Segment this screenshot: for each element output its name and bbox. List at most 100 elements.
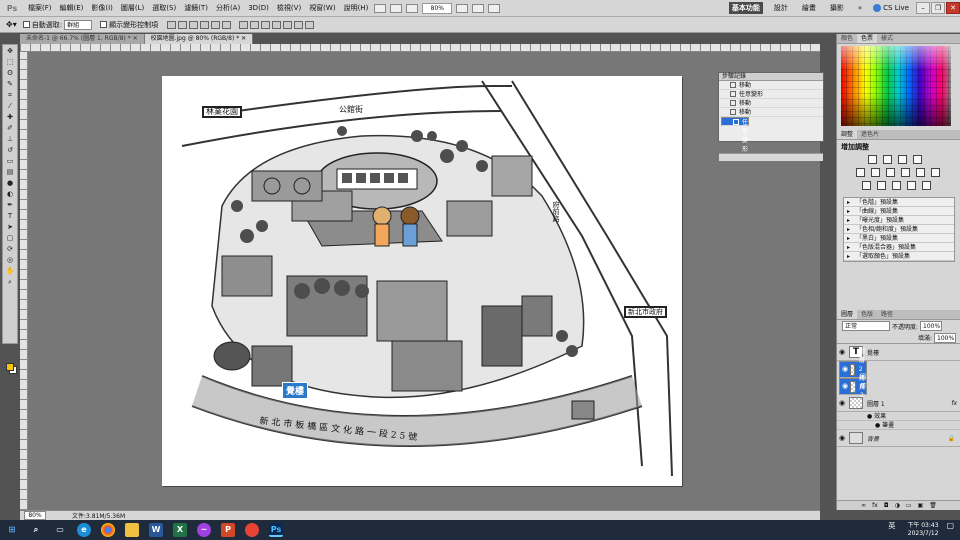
history-item[interactable]: 移動 [719, 108, 823, 117]
swatch-grid[interactable] [841, 46, 951, 126]
extras-icon[interactable] [406, 3, 419, 13]
3d-rotate-tool-icon[interactable]: ⟳ [4, 245, 16, 254]
messenger-icon[interactable]: ~ [197, 523, 211, 537]
move-tool-icon[interactable]: ✥ [4, 47, 16, 56]
foreground-color-swatch[interactable] [6, 363, 14, 371]
more-workspaces-icon[interactable]: » [855, 2, 865, 14]
arrange-icon[interactable] [488, 3, 501, 13]
adjustment-layer-icon[interactable]: ◑ [895, 501, 900, 510]
minimize-icon[interactable]: – [916, 2, 930, 14]
menu-filter[interactable]: 濾鏡(T) [180, 3, 212, 13]
marquee-tool-icon[interactable]: ⬚ [4, 58, 16, 67]
tab-color[interactable]: 顏色 [837, 34, 857, 43]
clock[interactable]: 下午 03:43 2023/7/12 [907, 522, 938, 538]
preset-levels[interactable]: 「色階」預設集 [844, 198, 954, 207]
preset-selective-color[interactable]: 「選取顏色」預設集 [844, 252, 954, 261]
hand-tool-icon[interactable]: ✋ [4, 267, 16, 276]
notifications-icon[interactable]: ▢ [946, 521, 954, 530]
workspace-painting[interactable]: 繪畫 [799, 2, 819, 14]
blend-mode-select[interactable]: 正常 [842, 321, 890, 331]
curves-icon[interactable] [898, 155, 907, 164]
ruler-vertical[interactable] [20, 52, 28, 510]
tab-campus-map[interactable]: 校園地圖.jpg @ 80% (RGB/8) * ✕ [144, 34, 254, 44]
add-mask-icon[interactable]: ◘ [884, 501, 889, 510]
history-item[interactable]: 移動 [719, 99, 823, 108]
menu-file[interactable]: 檔案(F) [24, 3, 56, 13]
eye-icon[interactable]: ◉ [842, 382, 848, 391]
word-icon[interactable]: W [149, 523, 163, 537]
eye-icon[interactable]: ◉ [842, 365, 848, 374]
menu-help[interactable]: 說明(H) [340, 3, 373, 13]
tab-untitled[interactable]: 未命名-1 @ 66.7% (圖層 1, RGB/8) * ✕ [20, 34, 145, 44]
quick-select-tool-icon[interactable]: ✎ [4, 80, 16, 89]
stroke-row[interactable]: ● 筆畫 [837, 421, 960, 430]
distribute-hcenter-icon[interactable] [283, 20, 293, 29]
eyedropper-tool-icon[interactable]: ⁄ [4, 102, 16, 111]
opacity-input[interactable]: 100% [920, 321, 943, 331]
bridge-icon[interactable] [374, 3, 387, 13]
auto-align-icon[interactable] [305, 20, 315, 29]
effects-row[interactable]: ● 效果 [837, 412, 960, 421]
distribute-bottom-icon[interactable] [261, 20, 271, 29]
history-item[interactable]: 任意變形 [719, 90, 823, 99]
posterize-icon[interactable] [877, 181, 886, 190]
menu-edit[interactable]: 編輯(E) [56, 3, 88, 13]
workspace-design[interactable]: 設計 [771, 2, 791, 14]
gradient-tool-icon[interactable]: ▤ [4, 168, 16, 177]
layer-row[interactable]: ◉ 背景 🔒 [837, 430, 960, 447]
eraser-tool-icon[interactable]: ▭ [4, 157, 16, 166]
windows-start-icon[interactable]: ⊞ [5, 523, 19, 537]
file-explorer-icon[interactable] [125, 523, 139, 537]
history-item[interactable]: 移動 [719, 81, 823, 90]
tab-layers[interactable]: 圖層 [837, 310, 858, 319]
move-tool-icon[interactable]: ✥▾ [6, 20, 17, 29]
preset-channel-mixer[interactable]: 「色版混合器」預設集 [844, 243, 954, 252]
tab-styles[interactable]: 樣式 [877, 34, 897, 43]
vibrance-icon[interactable] [856, 168, 865, 177]
blur-tool-icon[interactable]: ● [4, 179, 16, 188]
doc-info[interactable]: 文件:3.81M/5.36M [72, 511, 125, 520]
menu-analysis[interactable]: 分析(A) [212, 3, 244, 13]
close-icon[interactable]: ✕ [946, 2, 960, 14]
new-group-icon[interactable]: ▭ [906, 501, 912, 510]
align-vcenter-icon[interactable] [178, 20, 188, 29]
brightness-icon[interactable] [868, 155, 877, 164]
align-bottom-icon[interactable] [189, 20, 199, 29]
rotate-view-icon[interactable] [472, 3, 485, 13]
add-style-icon[interactable]: fx [872, 501, 878, 510]
link-layers-icon[interactable]: ∞ [861, 501, 866, 510]
healing-tool-icon[interactable]: ✚ [4, 113, 16, 122]
hand-icon[interactable] [456, 3, 469, 13]
layer-row[interactable]: ◉ 圖層 2 [839, 374, 867, 399]
auto-select-checkbox[interactable] [22, 21, 30, 28]
preset-curves[interactable]: 「曲線」預設集 [844, 207, 954, 216]
path-select-tool-icon[interactable]: ➤ [4, 223, 16, 232]
preset-hue-saturation[interactable]: 「色相/飽和度」預設集 [844, 225, 954, 234]
status-zoom-field[interactable]: 80% [24, 511, 46, 520]
levels-icon[interactable] [883, 155, 892, 164]
powerpoint-icon[interactable]: P [221, 523, 235, 537]
dodge-tool-icon[interactable]: ◐ [4, 190, 16, 199]
eye-icon[interactable]: ◉ [837, 434, 847, 442]
lasso-tool-icon[interactable]: ʘ [4, 69, 16, 78]
menu-view[interactable]: 檢視(V) [273, 3, 305, 13]
chrome-profile-icon[interactable] [245, 523, 259, 537]
menu-3d[interactable]: 3D(D) [244, 4, 273, 12]
excel-icon[interactable]: X [173, 523, 187, 537]
task-view-icon[interactable]: ▭ [53, 523, 67, 537]
workspace-photography[interactable]: 攝影 [827, 2, 847, 14]
zoom-level-select[interactable]: 80% [422, 2, 453, 14]
fx-badge[interactable]: fx [951, 400, 960, 407]
language-indicator[interactable]: 英 [888, 522, 895, 530]
distribute-top-icon[interactable] [239, 20, 249, 29]
align-hcenter-icon[interactable] [211, 20, 221, 29]
distribute-right-icon[interactable] [294, 20, 304, 29]
edge-icon[interactable]: e [77, 523, 91, 537]
threshold-icon[interactable] [892, 181, 901, 190]
menu-select[interactable]: 選取(S) [148, 3, 180, 13]
distribute-left-icon[interactable] [272, 20, 282, 29]
align-left-icon[interactable] [200, 20, 210, 29]
tab-channels[interactable]: 色版 [857, 310, 877, 319]
history-item-selected[interactable]: 任意變形 [721, 117, 749, 153]
channel-mixer-icon[interactable] [931, 168, 940, 177]
